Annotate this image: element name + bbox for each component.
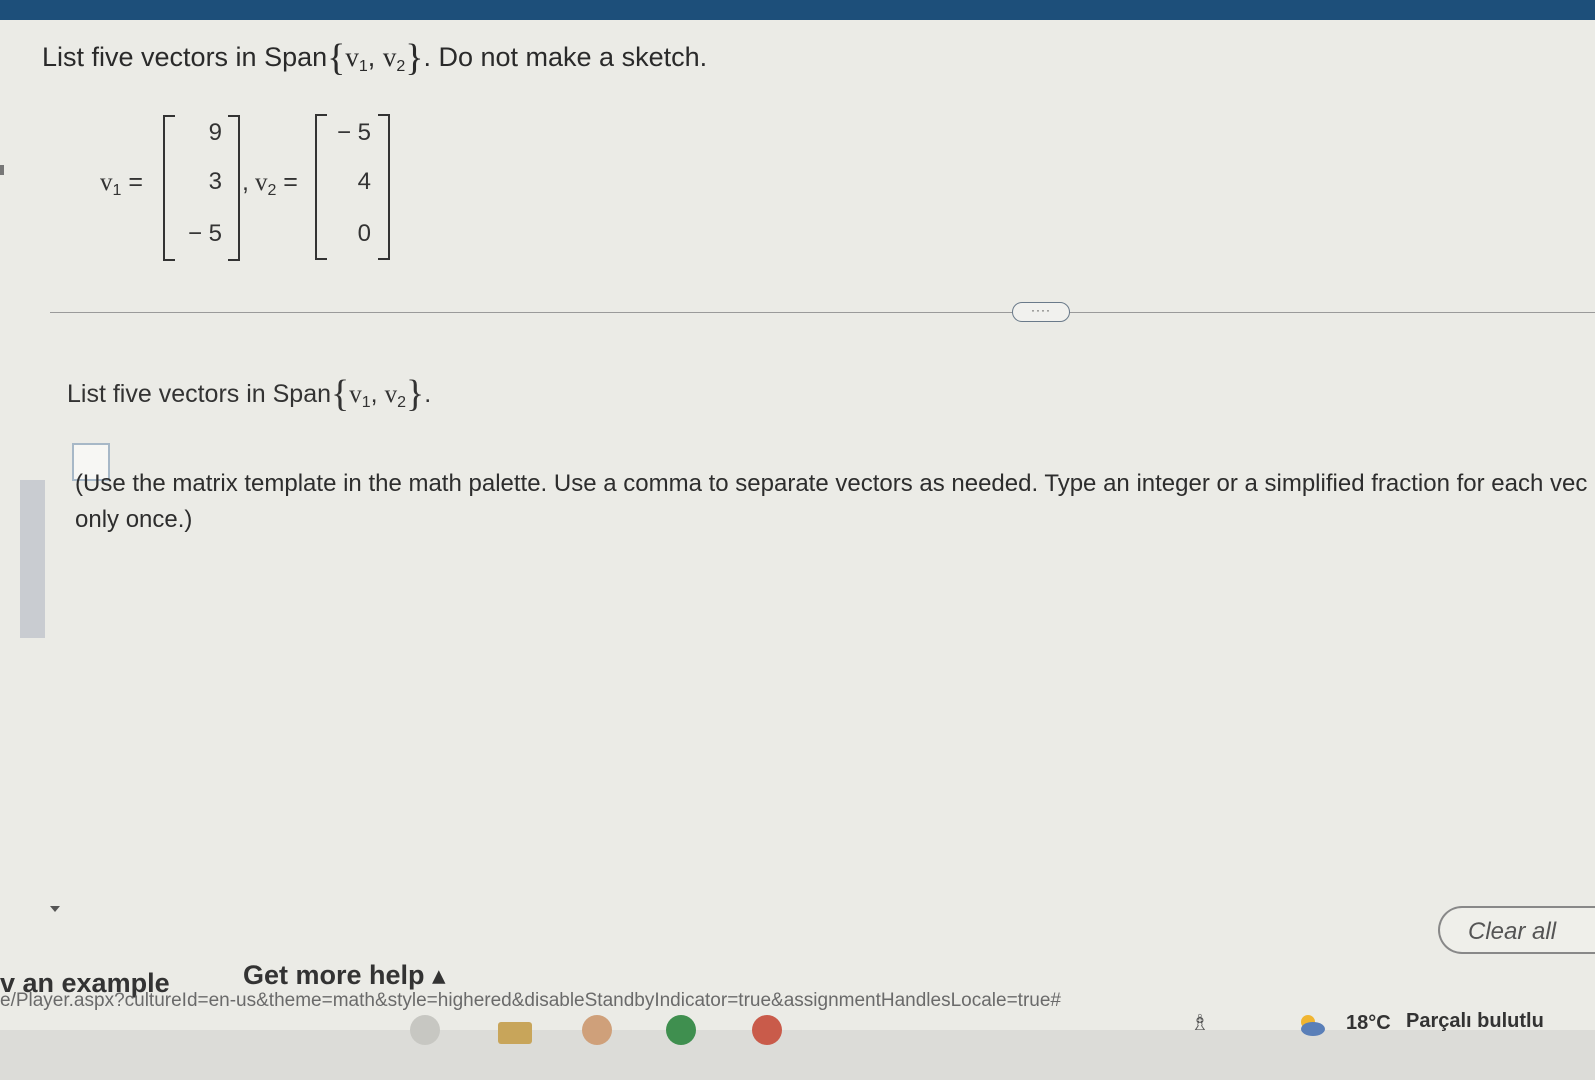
brace-close: } <box>405 37 424 79</box>
taskbar-app-icon[interactable] <box>410 1015 440 1045</box>
v2-equals: = <box>276 168 298 196</box>
answer-hint: (Use the matrix template in the math pal… <box>75 466 1595 538</box>
browser-top-bar <box>0 0 1595 20</box>
sub-span-v2-sub: 2 <box>397 394 406 411</box>
sub-span-v1-sub: 1 <box>361 394 371 411</box>
hint-line-2: only once.) <box>75 506 193 533</box>
span-v2-sub: 2 <box>396 58 406 75</box>
left-edge-marker <box>0 165 4 175</box>
v1-entry-3: − 5 <box>187 220 222 247</box>
v2-right-bracket <box>378 114 390 260</box>
v1-equals: = <box>121 168 143 196</box>
v1-left-bracket <box>163 115 175 261</box>
v2-label: , v2 = <box>242 168 298 200</box>
v1-right-bracket <box>228 115 240 261</box>
v2-entry-2: 4 <box>357 168 371 195</box>
get-more-help-link[interactable]: Get more help ▴ <box>243 960 446 991</box>
taskbar <box>0 1030 1595 1080</box>
folder-icon[interactable] <box>498 1022 532 1044</box>
vector-comma: , <box>242 168 249 196</box>
sub-span-v2: v <box>384 381 398 408</box>
v2-entry-3: 0 <box>357 220 371 247</box>
weather-description[interactable]: Parçalı bulutlu <box>1406 1010 1544 1033</box>
section-divider <box>50 312 1595 313</box>
collapse-arrow-icon[interactable] <box>50 906 60 912</box>
weather-temperature[interactable]: 18°C <box>1346 1012 1391 1035</box>
sub-span-sep: , <box>370 380 385 408</box>
sub-span-v1: v <box>349 381 362 408</box>
brace-open: { <box>327 37 346 79</box>
v2-entry-1: − 5 <box>336 119 371 146</box>
hint-line-1: (Use the matrix template in the math pal… <box>75 470 1588 497</box>
span-sep: , <box>367 42 383 72</box>
store-icon[interactable] <box>582 1015 612 1045</box>
subquestion-label: List five vectors in Span <box>67 380 332 408</box>
side-scroll-tab[interactable] <box>20 480 45 638</box>
question-title-suffix: . Do not make a sketch. <box>423 42 708 72</box>
v1-letter: v <box>100 169 113 196</box>
question-title: List five vectors in Span{v1, v2}. Do no… <box>42 36 707 80</box>
people-icon[interactable]: ♗ <box>1190 1010 1210 1036</box>
question-title-text: List five vectors in Span <box>42 42 328 72</box>
spotify-icon[interactable] <box>666 1015 696 1045</box>
chrome-icon[interactable] <box>752 1015 782 1045</box>
v2-letter: v <box>254 169 268 196</box>
clear-all-button[interactable]: Clear all <box>1438 906 1595 954</box>
sub-brace-close: } <box>405 373 425 415</box>
v1-label: v1 = <box>100 168 143 200</box>
sub-brace-open: { <box>331 373 350 415</box>
v1-entry-1: 9 <box>208 119 222 146</box>
more-options-button[interactable]: ···· <box>1012 302 1070 322</box>
span-v2: v <box>382 42 397 72</box>
subquestion-end: . <box>424 380 432 408</box>
span-v1-sub: 1 <box>358 58 368 75</box>
v2-left-bracket <box>315 114 327 260</box>
cloud-icon <box>1301 1015 1325 1036</box>
subquestion-text: List five vectors in Span{v1, v2}. <box>67 372 431 416</box>
v1-entry-2: 3 <box>208 168 222 195</box>
span-v1: v <box>345 42 359 72</box>
status-url: e/Player.aspx?cultureId=en-us&theme=math… <box>0 990 1061 1011</box>
